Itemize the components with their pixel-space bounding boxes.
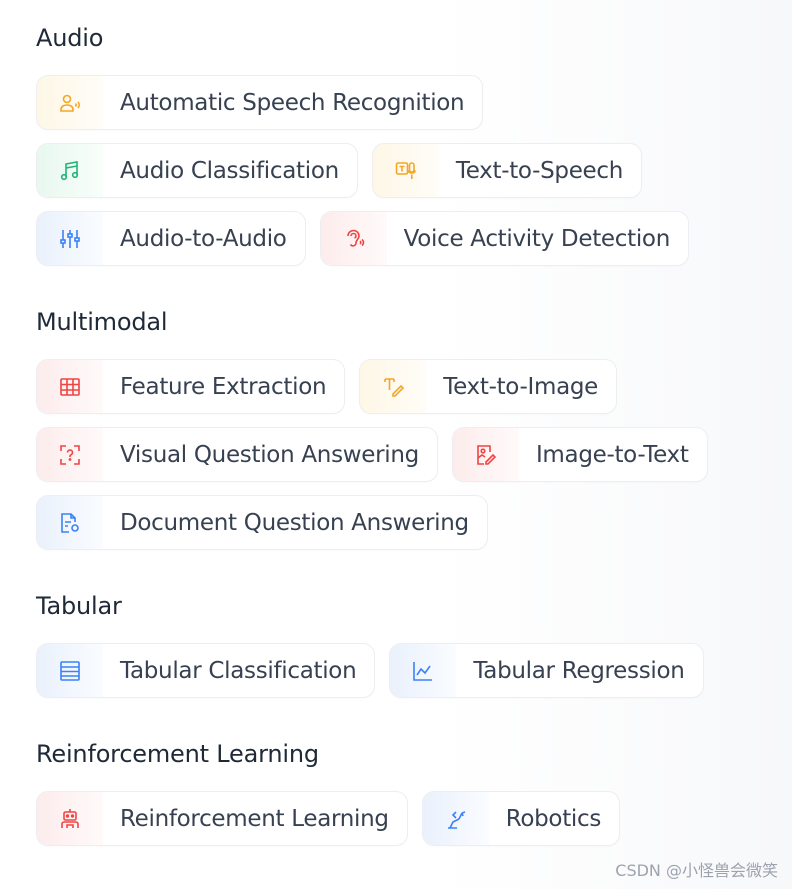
task-tabular-classification[interactable]: Tabular Classification (36, 643, 376, 698)
task-audio-to-audio[interactable]: Audio-to-Audio (36, 211, 306, 266)
task-label: Tabular Classification (120, 657, 357, 684)
task-visual-question-answering[interactable]: Visual Question Answering (36, 427, 438, 482)
task-label: Audio Classification (120, 157, 339, 184)
section-audio: Audio (36, 24, 103, 54)
task-label: Text-to-Image (443, 373, 599, 400)
section-tabular: Tabular (36, 592, 122, 622)
table-rows-icon (60, 660, 80, 681)
task-voice-activity-detection[interactable]: Voice Activity Detection (319, 211, 689, 266)
task-label: Voice Activity Detection (403, 225, 671, 252)
music-note-icon (60, 160, 79, 180)
task-label: Image-to-Text (535, 441, 689, 468)
task-categories-page: Audio Automatic Speech Recognition Audio… (0, 0, 792, 889)
task-label: Document Question Answering (120, 509, 469, 536)
chip-row: Audio-to-Audio Voice Activity Detection (36, 211, 689, 266)
task-image-to-text[interactable]: Image-to-Text (451, 427, 708, 482)
document-search-icon (61, 512, 79, 533)
task-label: Robotics (505, 805, 602, 832)
equalizer-sliders-icon (60, 229, 80, 248)
task-label: Automatic Speech Recognition (120, 89, 465, 116)
section-title-tabular: Tabular (36, 592, 122, 620)
task-text-to-image[interactable]: Text-to-Image (359, 359, 618, 414)
text-pencil-icon (384, 377, 405, 397)
task-label: Visual Question Answering (120, 441, 419, 468)
section-reinforcement-learning: Reinforcement Learning (36, 740, 319, 770)
section-title-audio: Audio (36, 24, 104, 52)
task-audio-classification[interactable]: Audio Classification (36, 143, 358, 198)
task-label: Tabular Regression (473, 657, 685, 684)
ear-icon (346, 229, 364, 247)
chip-row: Reinforcement Learning Robotics (36, 791, 621, 846)
chip-row: Automatic Speech Recognition (36, 75, 484, 130)
task-tabular-regression[interactable]: Tabular Regression (389, 643, 704, 698)
task-label: Audio-to-Audio (120, 225, 287, 252)
task-reinforcement-learning[interactable]: Reinforcement Learning (36, 791, 408, 846)
robot-arm-icon (447, 810, 465, 829)
question-frame-icon (60, 444, 80, 465)
task-document-question-answering[interactable]: Document Question Answering (36, 495, 488, 550)
task-label: Feature Extraction (120, 373, 327, 400)
table-grid-icon (60, 377, 80, 396)
task-text-to-speech[interactable]: Text-to-Speech (371, 143, 643, 198)
watermark: CSDN @小怪兽会微笑 (615, 861, 778, 880)
chip-row: Tabular Classification Tabular Regressio… (36, 643, 704, 698)
section-title-reinforcement-learning: Reinforcement Learning (36, 740, 319, 768)
text-to-speech-icon (395, 161, 417, 179)
chip-row: Audio Classification Text-to-Speech (36, 143, 643, 198)
line-chart-icon (413, 661, 433, 681)
task-feature-extraction[interactable]: Feature Extraction (36, 359, 346, 414)
task-label: Reinforcement Learning (120, 805, 389, 832)
chip-row: Document Question Answering (36, 495, 488, 550)
section-multimodal: Multimodal (36, 308, 168, 338)
robot-icon (61, 808, 79, 828)
section-title-multimodal: Multimodal (36, 308, 168, 336)
speech-recognition-icon (60, 94, 80, 112)
chip-row: Visual Question Answering Image-to-Text (36, 427, 708, 482)
task-automatic-speech-recognition[interactable]: Automatic Speech Recognition (36, 75, 484, 130)
task-label: Text-to-Speech (455, 157, 624, 184)
task-robotics[interactable]: Robotics (421, 791, 621, 846)
image-edit-icon (477, 444, 497, 465)
chip-row: Feature Extraction Text-to-Image (36, 359, 618, 414)
